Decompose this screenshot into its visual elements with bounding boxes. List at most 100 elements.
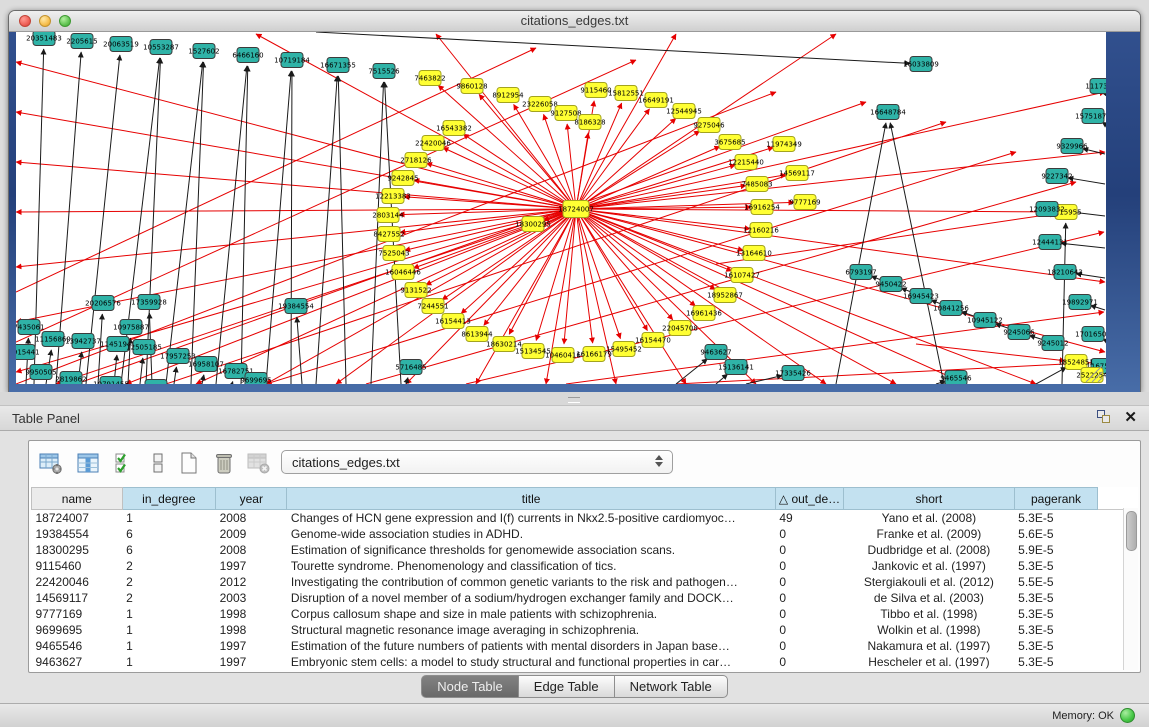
column-header-name[interactable]: name: [32, 488, 123, 510]
zoom-window-button[interactable]: [59, 15, 71, 27]
table-cell[interactable]: 1: [122, 638, 215, 654]
table-cell[interactable]: 0: [775, 654, 843, 670]
table-scrollbar[interactable]: [1123, 508, 1138, 670]
table-cell[interactable]: Structural magnetic resonance image aver…: [287, 622, 775, 638]
column-header-short[interactable]: short: [844, 488, 1015, 510]
show-columns-button[interactable]: [74, 449, 102, 477]
table-cell[interactable]: 0: [775, 574, 843, 590]
node-table[interactable]: namein_degreeyeartitle△ out_de…shortpage…: [31, 487, 1138, 670]
table-cell[interactable]: Investigating the contribution of common…: [287, 574, 775, 590]
table-cell[interactable]: Estimation of significance thresholds fo…: [287, 542, 775, 558]
table-row[interactable]: 946362711997Embryonic stem cells: a mode…: [32, 654, 1138, 670]
close-panel-icon[interactable]: ✕: [1124, 410, 1137, 425]
table-row[interactable]: 1872400712008Changes of HCN gene express…: [32, 510, 1138, 527]
float-panel-icon[interactable]: [1097, 410, 1112, 425]
table-cell[interactable]: Franke et al. (2009): [844, 526, 1015, 542]
column-header-out_de[interactable]: △ out_de…: [775, 488, 843, 510]
table-cell[interactable]: Tourette syndrome. Phenomenology and cla…: [287, 558, 775, 574]
table-cell[interactable]: 49: [775, 510, 843, 527]
tab-node-table[interactable]: Node Table: [421, 675, 519, 698]
table-cell[interactable]: 9465546: [32, 638, 123, 654]
table-cell[interactable]: 18300295: [32, 542, 123, 558]
table-cell[interactable]: 18724007: [32, 510, 123, 527]
column-header-year[interactable]: year: [216, 488, 287, 510]
table-row[interactable]: 2242004622012Investigating the contribut…: [32, 574, 1138, 590]
table-cell[interactable]: 0: [775, 542, 843, 558]
table-cell[interactable]: 9699695: [32, 622, 123, 638]
table-cell[interactable]: Tibbo et al. (1998): [844, 606, 1015, 622]
table-row[interactable]: 1830029562008Estimation of significance …: [32, 542, 1138, 558]
divider-grip-icon[interactable]: [568, 397, 580, 403]
table-cell[interactable]: Corpus callosum shape and size in male p…: [287, 606, 775, 622]
table-cell[interactable]: 2: [122, 590, 215, 606]
table-cell[interactable]: 1997: [216, 654, 287, 670]
table-row[interactable]: 977716911998Corpus callosum shape and si…: [32, 606, 1138, 622]
table-cell[interactable]: de Silva et al. (2003): [844, 590, 1015, 606]
table-cell[interactable]: Disruption of a novel member of a sodium…: [287, 590, 775, 606]
table-cell[interactable]: 0: [775, 558, 843, 574]
table-cell[interactable]: 2009: [216, 526, 287, 542]
table-cell[interactable]: 2012: [216, 574, 287, 590]
tab-edge-table[interactable]: Edge Table: [518, 675, 615, 698]
table-row[interactable]: 911546021997Tourette syndrome. Phenomeno…: [32, 558, 1138, 574]
row-height-button[interactable]: [144, 449, 172, 477]
table-cell[interactable]: 6: [122, 542, 215, 558]
table-cell[interactable]: 5.3E-5: [1014, 510, 1098, 527]
close-window-button[interactable]: [19, 15, 31, 27]
table-cell[interactable]: 2003: [216, 590, 287, 606]
table-cell[interactable]: 5.9E-5: [1014, 542, 1098, 558]
table-cell[interactable]: 0: [775, 526, 843, 542]
table-cell[interactable]: 1998: [216, 606, 287, 622]
scrollbar-thumb[interactable]: [1126, 511, 1137, 551]
table-cell[interactable]: 5.3E-5: [1014, 558, 1098, 574]
table-cell[interactable]: Estimation of the future numbers of pati…: [287, 638, 775, 654]
table-cell[interactable]: 5.5E-5: [1014, 574, 1098, 590]
table-cell[interactable]: 1: [122, 622, 215, 638]
table-cell[interactable]: 0: [775, 638, 843, 654]
table-cell[interactable]: 1997: [216, 638, 287, 654]
table-cell[interactable]: Changes of HCN gene expression and I(f) …: [287, 510, 775, 527]
table-cell[interactable]: 2008: [216, 510, 287, 527]
table-cell[interactable]: Dudbridge et al. (2008): [844, 542, 1015, 558]
create-column-button[interactable]: [175, 449, 203, 477]
table-row[interactable]: 946554611997Estimation of the future num…: [32, 638, 1138, 654]
panel-divider[interactable]: [0, 392, 1149, 405]
table-cell[interactable]: 2: [122, 558, 215, 574]
table-cell[interactable]: 5.3E-5: [1014, 638, 1098, 654]
table-cell[interactable]: 1998: [216, 622, 287, 638]
table-cell[interactable]: Embryonic stem cells: a model to study s…: [287, 654, 775, 670]
table-cell[interactable]: 1997: [216, 558, 287, 574]
table-cell[interactable]: 5.3E-5: [1014, 590, 1098, 606]
tab-network-table[interactable]: Network Table: [614, 675, 728, 698]
table-cell[interactable]: Nakamura et al. (1997): [844, 638, 1015, 654]
table-cell[interactable]: Jankovic et al. (1997): [844, 558, 1015, 574]
network-canvas[interactable]: 1872400718300295203514832205615200635191…: [16, 32, 1106, 384]
table-cell[interactable]: 9115460: [32, 558, 123, 574]
table-row[interactable]: 1456911722003Disruption of a novel membe…: [32, 590, 1138, 606]
table-cell[interactable]: 14569117: [32, 590, 123, 606]
table-cell[interactable]: 0: [775, 606, 843, 622]
table-row[interactable]: 1938455462009Genome-wide association stu…: [32, 526, 1138, 542]
column-header-title[interactable]: title: [287, 488, 775, 510]
table-cell[interactable]: 9777169: [32, 606, 123, 622]
table-cell[interactable]: Yano et al. (2008): [844, 510, 1015, 527]
table-cell[interactable]: 19384554: [32, 526, 123, 542]
table-cell[interactable]: 0: [775, 622, 843, 638]
table-cell[interactable]: 1: [122, 654, 215, 670]
minimize-window-button[interactable]: [39, 15, 51, 27]
table-cell[interactable]: 5.3E-5: [1014, 622, 1098, 638]
table-cell[interactable]: 1: [122, 606, 215, 622]
column-header-in_degree[interactable]: in_degree: [122, 488, 215, 510]
table-cell[interactable]: 22420046: [32, 574, 123, 590]
table-cell[interactable]: Hescheler et al. (1997): [844, 654, 1015, 670]
select-rows-button[interactable]: [111, 449, 139, 477]
network-window-titlebar[interactable]: citations_edges.txt: [9, 11, 1140, 32]
table-cell[interactable]: 0: [775, 590, 843, 606]
table-cell[interactable]: Genome-wide association studies in ADHD.: [287, 526, 775, 542]
table-cell[interactable]: 1: [122, 510, 215, 527]
table-cell[interactable]: 6: [122, 526, 215, 542]
delete-columns-button[interactable]: [210, 449, 238, 477]
table-cell[interactable]: 5.3E-5: [1014, 654, 1098, 670]
table-cell[interactable]: 2: [122, 574, 215, 590]
table-cell[interactable]: 9463627: [32, 654, 123, 670]
